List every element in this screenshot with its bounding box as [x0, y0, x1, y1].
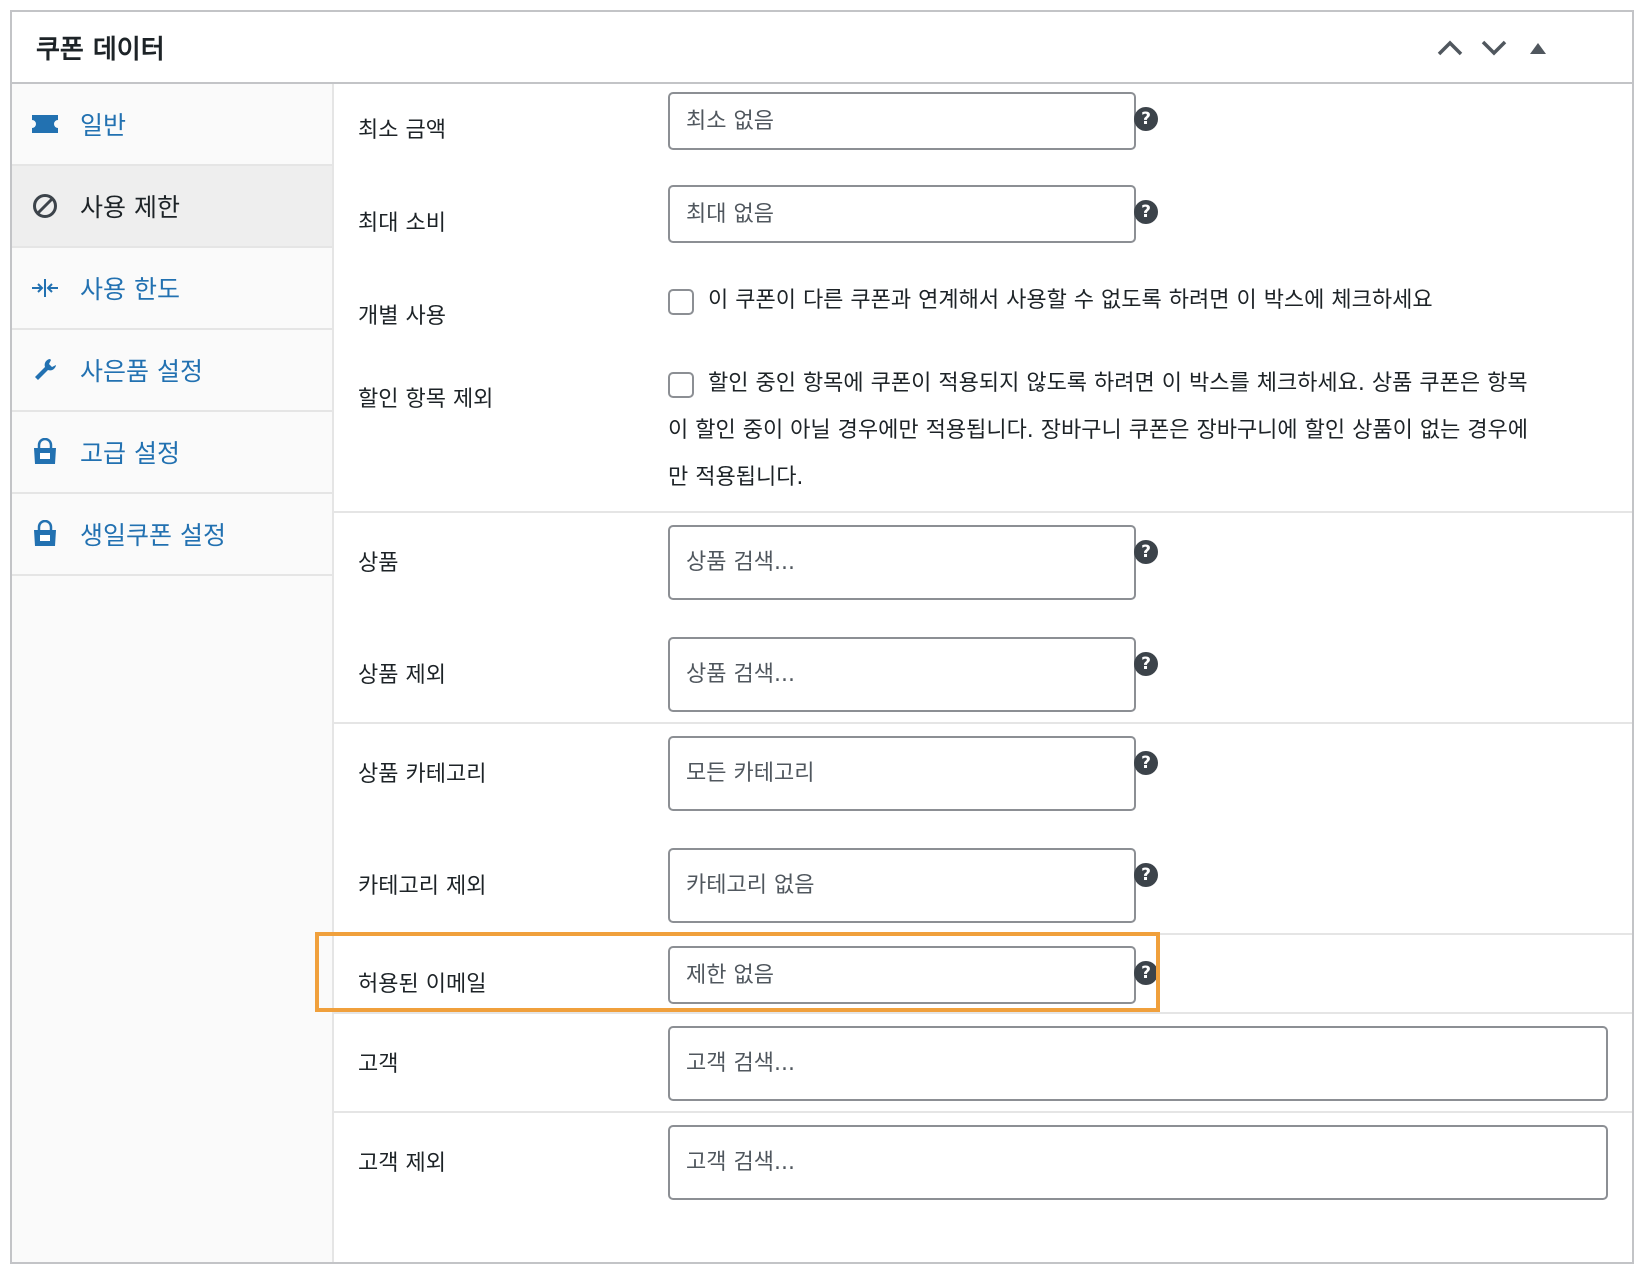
customers-search-input[interactable] [668, 1026, 1608, 1101]
exclude-products-label: 상품 제외 [358, 663, 446, 688]
shopping-bag-icon [30, 519, 60, 549]
exclude-categories-label: 카테고리 제외 [358, 874, 487, 899]
exclude-sale-checkbox[interactable] [668, 372, 694, 398]
exclude-sale-label: 할인 항목 제외 [358, 387, 494, 412]
min-amount-label: 최소 금액 [358, 118, 446, 143]
chevron-down-icon [1481, 40, 1507, 56]
arrows-in-icon [30, 273, 60, 303]
sidebar-item-label: 일반 [80, 111, 127, 140]
allowed-emails-input[interactable] [668, 946, 1136, 1004]
sidebar-item-label: 고급 설정 [80, 439, 180, 468]
divider [334, 1111, 1632, 1113]
max-spend-label: 최대 소비 [358, 211, 446, 236]
help-icon[interactable]: ? [1134, 751, 1158, 775]
sidebar-item-usage-restriction[interactable]: 사용 제한 [12, 166, 332, 248]
collapse-toggle-button[interactable] [1520, 30, 1556, 66]
help-icon[interactable]: ? [1134, 863, 1158, 887]
allowed-emails-label: 허용된 이메일 [358, 972, 487, 997]
usage-restriction-panel: 최소 금액 ? 최대 소비 ? 개별 사용 이 쿠폰이 다른 쿠폰과 연계해서 … [334, 84, 1632, 1262]
help-icon[interactable]: ? [1134, 107, 1158, 131]
divider [334, 1012, 1632, 1014]
move-up-button[interactable] [1432, 30, 1468, 66]
exclude-customers-search-input[interactable] [668, 1125, 1608, 1200]
panel-header: 쿠폰 데이터 [12, 12, 1632, 84]
exclude-products-search-input[interactable] [668, 637, 1136, 712]
sidebar-item-gift-settings[interactable]: 사은품 설정 [12, 330, 332, 412]
help-icon[interactable]: ? [1134, 961, 1158, 985]
exclude-categories-input[interactable] [668, 848, 1136, 923]
products-search-input[interactable] [668, 525, 1136, 600]
customers-label: 고객 [358, 1052, 399, 1077]
individual-use-description: 이 쿠폰이 다른 쿠폰과 연계해서 사용할 수 없도록 하려면 이 박스에 체크… [708, 288, 1433, 313]
exclude-sale-description-line1: 할인 중인 항목에 쿠폰이 적용되지 않도록 하려면 이 박스를 체크하세요. … [708, 371, 1528, 396]
sidebar-item-advanced-settings[interactable]: 고급 설정 [12, 412, 332, 494]
divider [334, 722, 1632, 724]
divider [334, 933, 1632, 935]
prohibited-icon [30, 191, 60, 221]
triangle-up-icon [1530, 43, 1546, 54]
chevron-up-icon [1437, 40, 1463, 56]
sidebar-item-label: 사은품 설정 [80, 357, 203, 386]
sidebar-item-birthday-coupon-settings[interactable]: 생일쿠폰 설정 [12, 494, 332, 576]
product-categories-input[interactable] [668, 736, 1136, 811]
divider [334, 511, 1632, 513]
sidebar-item-label: 생일쿠폰 설정 [80, 521, 226, 550]
sidebar-item-label: 사용 제한 [80, 193, 180, 222]
shopping-bag-icon [30, 437, 60, 467]
exclude-sale-description-line2: 이 할인 중이 아닐 경우에만 적용됩니다. 장바구니 쿠폰은 장바구니에 할인… [668, 418, 1529, 443]
move-down-button[interactable] [1476, 30, 1512, 66]
help-icon[interactable]: ? [1134, 652, 1158, 676]
product-categories-label: 상품 카테고리 [358, 762, 487, 787]
min-amount-input[interactable] [668, 92, 1136, 150]
help-icon[interactable]: ? [1134, 540, 1158, 564]
exclude-customers-label: 고객 제외 [358, 1151, 446, 1176]
max-spend-input[interactable] [668, 185, 1136, 243]
sidebar: 일반 사용 제한 사용 한도 사은품 설정 고급 설정 생일쿠폰 설정 [12, 84, 334, 1262]
help-icon[interactable]: ? [1134, 200, 1158, 224]
panel-title: 쿠폰 데이터 [36, 35, 165, 65]
sidebar-item-label: 사용 한도 [80, 275, 180, 304]
sidebar-item-general[interactable]: 일반 [12, 84, 332, 166]
individual-use-checkbox[interactable] [668, 289, 694, 315]
sidebar-item-usage-limits[interactable]: 사용 한도 [12, 248, 332, 330]
wrench-icon [30, 355, 60, 385]
ticket-icon [30, 109, 60, 139]
coupon-data-panel: 쿠폰 데이터 일반 사용 제한 사용 한도 사은품 설정 고급 설정 생일쿠폰 … [10, 10, 1634, 1264]
exclude-sale-description-line3: 만 적용됩니다. [668, 465, 804, 490]
products-label: 상품 [358, 551, 399, 576]
individual-use-label: 개별 사용 [358, 304, 446, 329]
